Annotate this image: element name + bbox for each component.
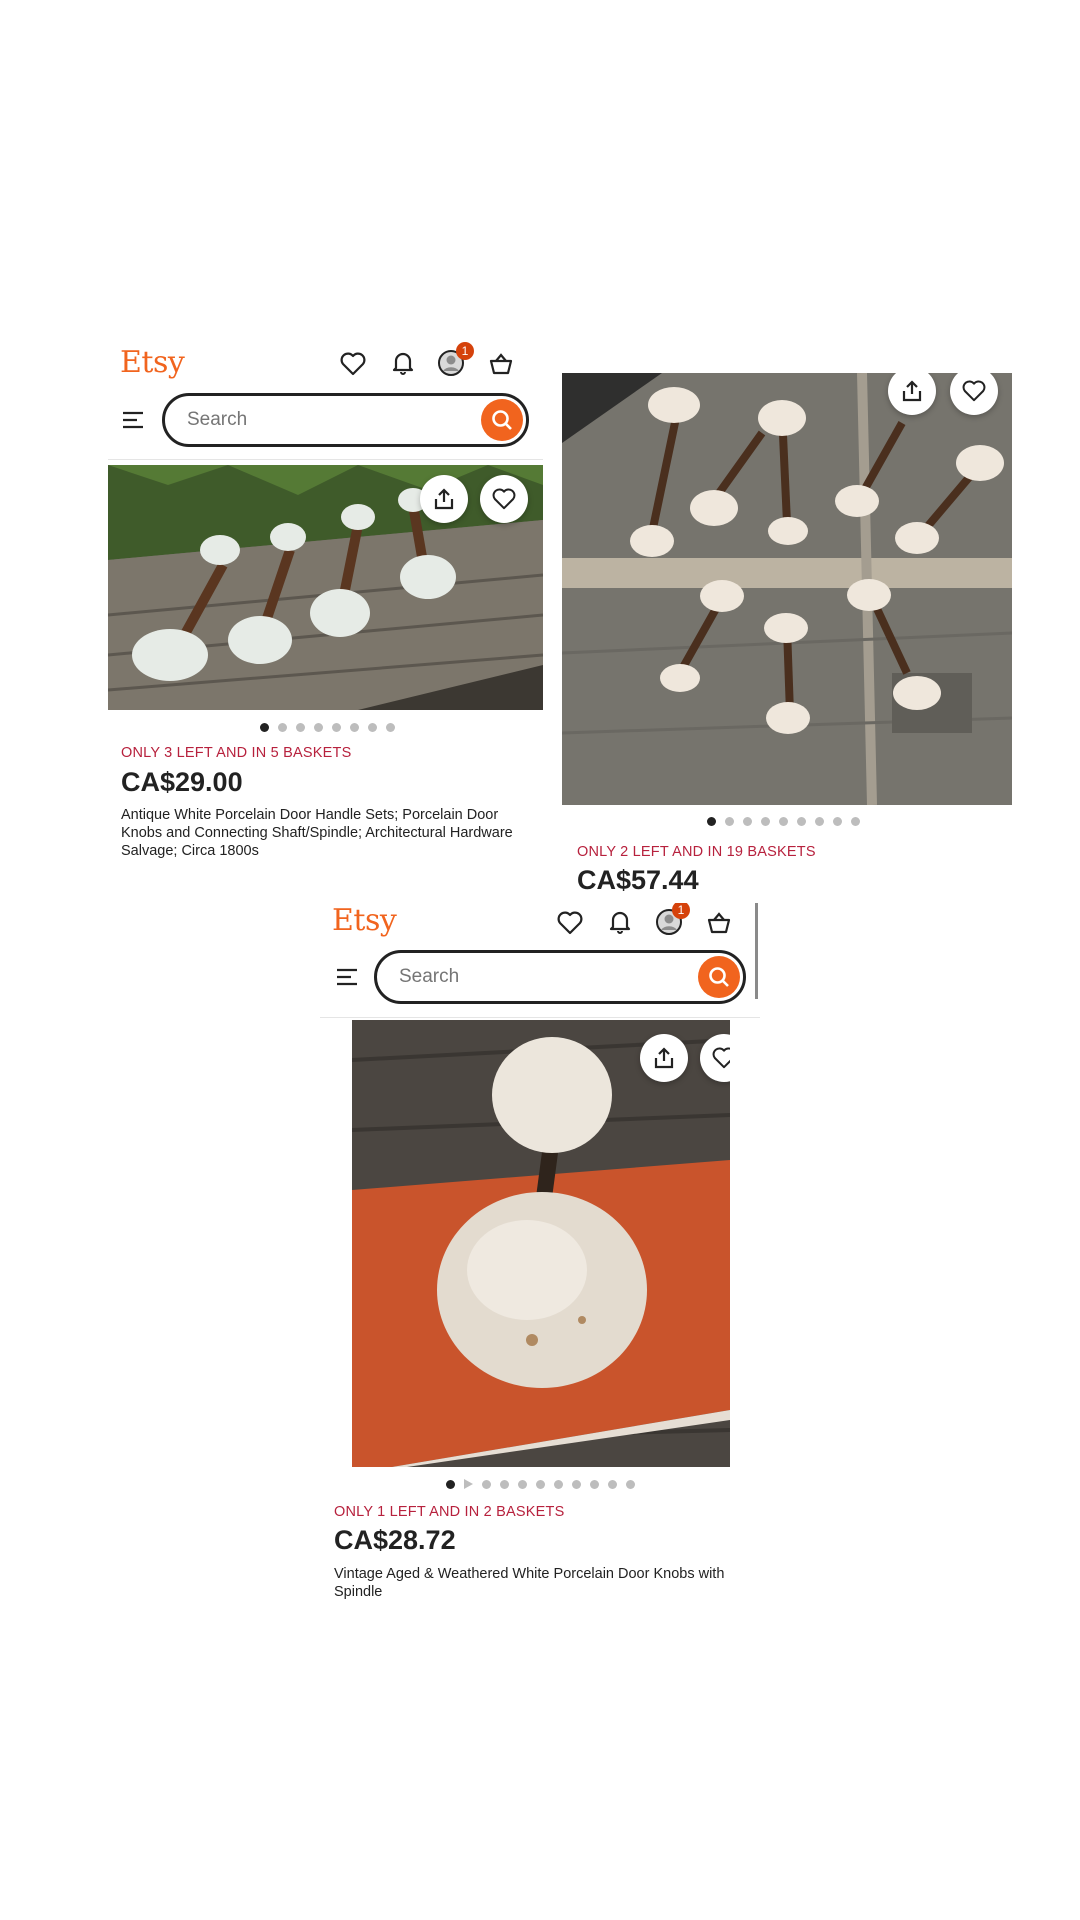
pagination-dot[interactable] [626, 1479, 635, 1489]
search-icon [492, 410, 512, 430]
basket-icon[interactable] [486, 349, 516, 379]
listing-price: CA$28.72 [334, 1525, 456, 1555]
listing-image[interactable] [352, 1020, 730, 1467]
pagination-dot[interactable] [851, 817, 860, 826]
share-icon [434, 488, 454, 510]
pagination-dot[interactable] [725, 817, 734, 826]
pagination-dot[interactable] [386, 723, 395, 732]
video-play-icon[interactable] [464, 1479, 473, 1489]
heart-icon [492, 488, 516, 510]
favorites-heart-icon[interactable] [338, 349, 368, 379]
pagination-dot[interactable] [314, 723, 323, 732]
etsy-logo[interactable]: Etsy [120, 345, 185, 380]
share-button[interactable] [420, 475, 468, 523]
bell-icon[interactable] [388, 348, 418, 378]
pagination-dot[interactable] [536, 1479, 545, 1489]
pagination-dot[interactable] [707, 817, 716, 826]
listing-image[interactable] [108, 465, 543, 710]
pagination-dot[interactable] [779, 817, 788, 826]
search-input[interactable] [185, 396, 406, 444]
pagination-dot[interactable] [608, 1479, 617, 1489]
menu-icon[interactable] [120, 407, 146, 433]
header-divider [320, 1017, 760, 1018]
pagination-dot[interactable] [296, 723, 305, 732]
basket-icon[interactable] [704, 908, 734, 938]
image-pagination-dots[interactable] [707, 817, 860, 826]
pagination-dot[interactable] [350, 723, 359, 732]
pagination-dot[interactable] [260, 723, 269, 732]
search-icon [709, 967, 729, 987]
pagination-dot[interactable] [815, 817, 824, 826]
pagination-dot[interactable] [332, 723, 341, 732]
etsy-logo[interactable]: Etsy [332, 903, 397, 938]
search-input[interactable] [397, 953, 621, 1001]
favorite-button[interactable] [480, 475, 528, 523]
stock-status: ONLY 3 LEFT AND IN 5 BASKETS [121, 745, 352, 761]
favorites-heart-icon[interactable] [555, 908, 585, 938]
pagination-dot[interactable] [743, 817, 752, 826]
notification-badge: 1 [456, 342, 474, 360]
pagination-dot[interactable] [446, 1479, 455, 1489]
listing-image[interactable] [562, 373, 1012, 805]
pagination-dot[interactable] [482, 1479, 491, 1489]
pagination-dot[interactable] [572, 1479, 581, 1489]
listing-title: Vintage Aged & Weathered White Porcelain… [334, 1566, 725, 1600]
share-button[interactable] [640, 1034, 688, 1082]
pagination-dot[interactable] [500, 1479, 509, 1489]
bell-icon[interactable] [605, 907, 635, 937]
listing-price: CA$57.44 [577, 865, 699, 893]
stock-status: ONLY 1 LEFT AND IN 2 BASKETS [334, 1504, 565, 1520]
menu-icon[interactable] [334, 964, 360, 990]
scrollbar[interactable] [755, 903, 758, 999]
notification-badge: 1 [672, 903, 690, 919]
pagination-dot[interactable] [761, 817, 770, 826]
pagination-dot[interactable] [833, 817, 842, 826]
listing-title: Antique White Porcelain Door Handle Sets… [121, 807, 513, 859]
pagination-dot[interactable] [278, 723, 287, 732]
pagination-dot[interactable] [368, 723, 377, 732]
listing-panel-3: Etsy 1 Search ONLY 1 LEFT AND IN 2 BASKE… [320, 903, 760, 1615]
search-box[interactable] [374, 950, 746, 1004]
pagination-dot[interactable] [554, 1479, 563, 1489]
pagination-dot[interactable] [518, 1479, 527, 1489]
header-divider [108, 459, 543, 460]
share-icon [654, 1047, 674, 1069]
image-pagination-dots[interactable] [446, 1479, 635, 1489]
search-button[interactable] [698, 956, 740, 998]
heart-icon [712, 1047, 730, 1069]
search-button[interactable] [481, 399, 523, 441]
share-icon [902, 380, 922, 402]
listing-price: CA$29.00 [121, 767, 243, 797]
stock-status: ONLY 2 LEFT AND IN 19 BASKETS [577, 844, 816, 860]
heart-icon [962, 380, 986, 402]
listing-panel-1: Etsy 1 Search ONLY 3 LEFT AND IN 5 BASKE… [108, 335, 543, 870]
search-box[interactable] [162, 393, 529, 447]
listing-panel-2: ONLY 2 LEFT AND IN 19 BASKETS CA$57.44 [562, 373, 1014, 893]
image-pagination-dots[interactable] [260, 723, 395, 732]
pagination-dot[interactable] [590, 1479, 599, 1489]
pagination-dot[interactable] [797, 817, 806, 826]
